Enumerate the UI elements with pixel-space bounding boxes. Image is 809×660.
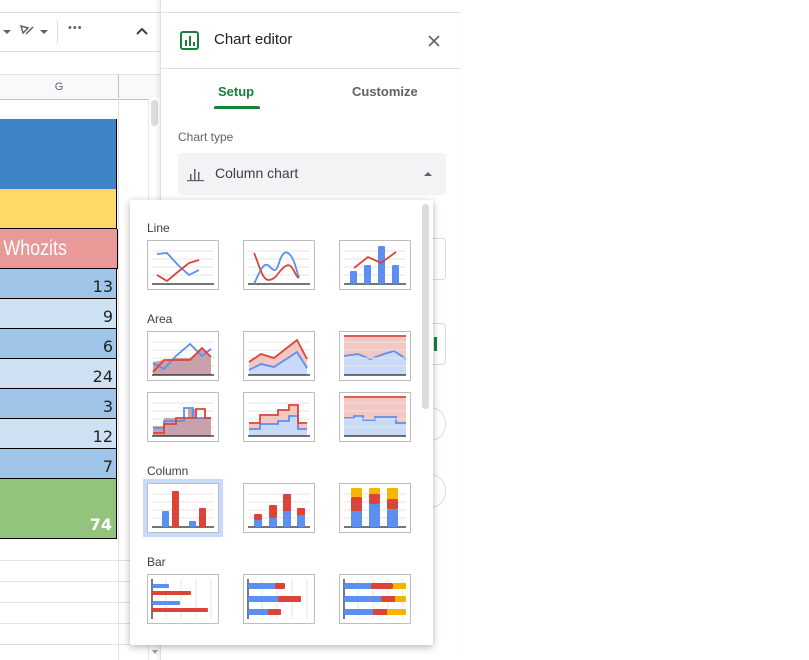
dropdown-caret-icon[interactable] bbox=[40, 30, 48, 34]
chart-option-stacked-stepped-area-chart[interactable] bbox=[243, 392, 315, 442]
column-chart-icon bbox=[187, 169, 204, 182]
tab-customize[interactable]: Customize bbox=[352, 84, 418, 99]
data-cell[interactable]: 12 bbox=[0, 419, 117, 449]
chart-type-dropdown[interactable]: Column chart bbox=[178, 153, 446, 195]
chart-option-stepped-area-chart[interactable] bbox=[147, 392, 219, 442]
gridline bbox=[0, 560, 148, 561]
close-icon[interactable] bbox=[427, 34, 441, 48]
data-cell[interactable]: 24 bbox=[0, 359, 117, 389]
column-chart-icon bbox=[152, 491, 214, 528]
100-stacked-bar-chart-icon bbox=[343, 579, 406, 619]
total-cell[interactable]: 74 bbox=[0, 479, 117, 539]
gridline bbox=[118, 98, 119, 660]
stacked-column-chart-icon bbox=[248, 493, 310, 528]
header-cell[interactable]: Whozits bbox=[0, 229, 118, 269]
stacked-bar-chart-icon bbox=[247, 579, 308, 619]
dropdown-arrow-icon bbox=[424, 172, 432, 176]
chevron-up-icon[interactable] bbox=[135, 24, 149, 38]
chart-option-bar-chart[interactable] bbox=[147, 574, 219, 624]
chart-type-label: Chart type bbox=[178, 130, 234, 144]
more-options-button[interactable]: ••• bbox=[68, 22, 83, 34]
scrollbar-thumb[interactable] bbox=[151, 100, 158, 126]
chart-option-stacked-area-chart[interactable] bbox=[243, 331, 315, 381]
data-cell[interactable]: 3 bbox=[0, 389, 117, 419]
gridline bbox=[0, 644, 148, 645]
chart-option-line-chart[interactable] bbox=[147, 240, 219, 290]
gridline bbox=[0, 602, 148, 603]
stepped-area-chart-icon bbox=[152, 402, 214, 437]
panel-title: Chart editor bbox=[214, 31, 293, 48]
data-cell[interactable]: 13 bbox=[0, 269, 117, 299]
100-stacked-area-chart-icon bbox=[343, 335, 407, 376]
chart-option-100-stacked-area-chart[interactable] bbox=[339, 331, 411, 381]
dropdown-caret-icon[interactable] bbox=[3, 30, 11, 34]
scroll-down-arrow-icon[interactable] bbox=[152, 650, 158, 654]
chart-option-stacked-column-chart[interactable] bbox=[243, 483, 315, 533]
section-label-column: Column bbox=[147, 464, 189, 478]
section-label-area: Area bbox=[147, 312, 173, 326]
100-stacked-column-chart-icon bbox=[344, 488, 406, 528]
sheet-toolbar: ••• bbox=[0, 12, 160, 52]
chart-option-100-stacked-stepped-area-chart[interactable] bbox=[339, 392, 411, 442]
area-chart-icon bbox=[152, 341, 214, 376]
section-label-line: Line bbox=[147, 221, 170, 235]
hidden-indicator bbox=[434, 337, 437, 351]
toolbar-divider bbox=[57, 21, 58, 43]
gridline bbox=[0, 623, 148, 624]
chart-type-menu: Line Area Column Bar bbox=[130, 200, 433, 645]
data-cell[interactable] bbox=[0, 189, 117, 229]
chart-option-stacked-bar-chart[interactable] bbox=[243, 574, 315, 624]
data-cell[interactable]: 9 bbox=[0, 299, 117, 329]
bar-chart-icon bbox=[151, 579, 212, 619]
data-cell[interactable]: 6 bbox=[0, 329, 117, 359]
fill-color-icon[interactable] bbox=[18, 22, 36, 40]
chart-option-combo-chart[interactable] bbox=[339, 240, 411, 290]
hidden-field bbox=[431, 238, 446, 280]
chart-option-column-chart[interactable] bbox=[143, 479, 223, 537]
section-label-bar: Bar bbox=[147, 555, 166, 569]
chart-option-smooth-line-chart[interactable] bbox=[243, 240, 315, 290]
stacked-area-chart-icon bbox=[248, 338, 310, 376]
line-chart-icon bbox=[152, 250, 214, 285]
combo-chart-icon bbox=[344, 246, 406, 285]
chart-option-area-chart[interactable] bbox=[147, 331, 219, 381]
smooth-line-chart-icon bbox=[248, 250, 310, 285]
stacked-stepped-area-chart-icon bbox=[248, 402, 310, 437]
column-header-row: G bbox=[0, 74, 160, 100]
active-tab-indicator bbox=[214, 106, 260, 109]
100-stacked-stepped-area-chart-icon bbox=[344, 396, 406, 437]
chart-editor-icon bbox=[180, 31, 199, 50]
data-cell[interactable] bbox=[0, 119, 117, 189]
menu-scrollbar[interactable] bbox=[422, 204, 429, 409]
chart-option-100-stacked-bar-chart[interactable] bbox=[339, 574, 411, 624]
data-cell[interactable]: 7 bbox=[0, 449, 117, 479]
column-header-g[interactable]: G bbox=[0, 75, 119, 99]
chart-type-value: Column chart bbox=[215, 165, 299, 181]
tab-setup[interactable]: Setup bbox=[218, 84, 254, 99]
gridline bbox=[0, 581, 148, 582]
chart-option-100-stacked-column-chart[interactable] bbox=[339, 483, 411, 533]
